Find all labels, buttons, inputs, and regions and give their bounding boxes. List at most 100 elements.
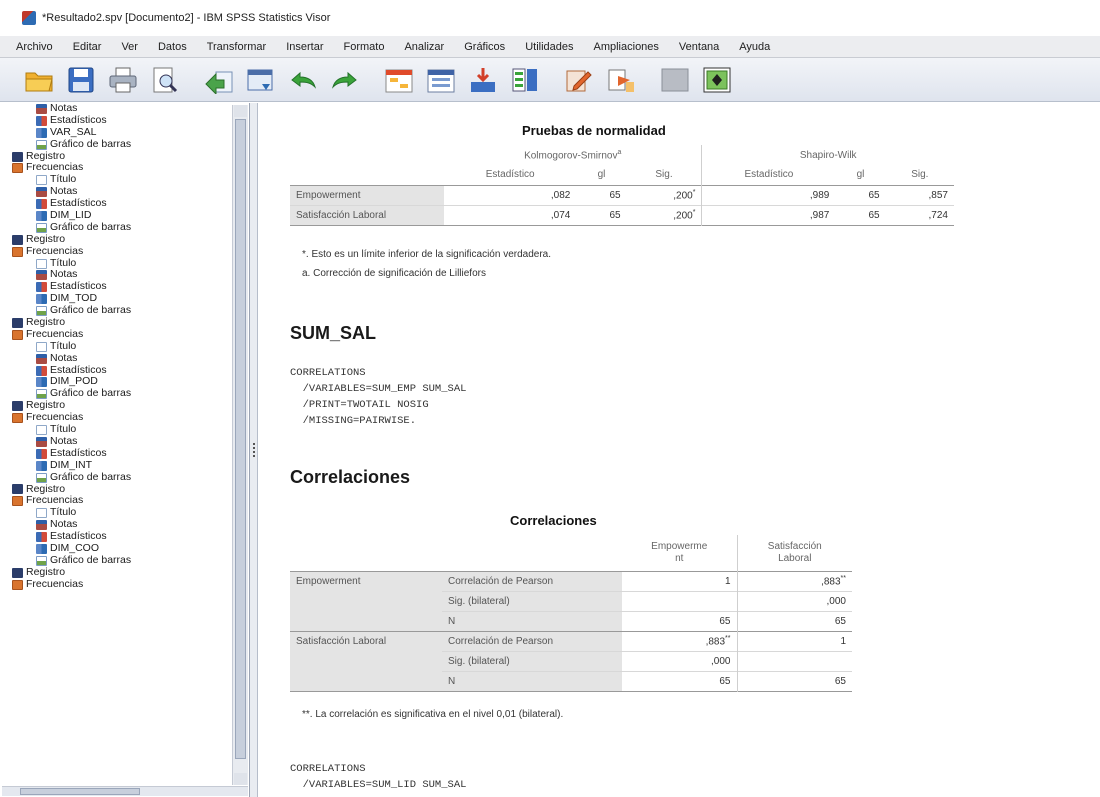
menu-ayuda[interactable]: Ayuda: [739, 41, 770, 53]
outline-item[interactable]: Notas: [0, 185, 230, 198]
outline-item[interactable]: Gráfico de barras: [0, 138, 230, 151]
normality-cell: 65: [609, 209, 621, 221]
outline-item[interactable]: Título: [0, 173, 230, 186]
outline-item[interactable]: Gráfico de barras: [0, 221, 230, 234]
menu-ver[interactable]: Ver: [121, 41, 138, 53]
menu-formato[interactable]: Formato: [344, 41, 385, 53]
variable-table-icon: [36, 210, 47, 221]
pane-splitter[interactable]: [250, 103, 258, 797]
outline-item-label: VAR_SAL: [50, 125, 97, 138]
outline-item[interactable]: Frecuencias: [0, 411, 230, 424]
outline-item[interactable]: Frecuencias: [0, 577, 230, 591]
variable-table-icon: [36, 377, 47, 388]
toolbar: [0, 58, 1100, 102]
outline-item[interactable]: Título: [0, 506, 230, 519]
print-button[interactable]: [106, 63, 140, 97]
designated-window-button[interactable]: [658, 63, 692, 97]
print-preview-button[interactable]: [148, 63, 182, 97]
goto-variable-button[interactable]: [466, 63, 500, 97]
statistics-icon: [36, 532, 47, 542]
outline-item[interactable]: Estadísticos: [0, 280, 230, 293]
log-icon: [12, 151, 23, 162]
menu-insertar[interactable]: Insertar: [286, 41, 323, 53]
corr-col-satisfaccion: Satisfacción Laboral: [736, 535, 852, 571]
outline-item[interactable]: Título: [0, 257, 230, 270]
outline-item[interactable]: Notas: [0, 352, 230, 365]
log-icon: [12, 401, 23, 412]
correlations-syntax: CORRELATIONS /VARIABLES=SUM_EMP SUM_SAL …: [290, 367, 467, 427]
recall-dialog-button[interactable]: [244, 63, 278, 97]
variable-table-icon: [36, 460, 47, 471]
title-icon: [36, 341, 47, 352]
menu-editar[interactable]: Editar: [73, 41, 102, 53]
outline-item[interactable]: DIM_INT: [0, 459, 230, 472]
outline-vertical-scrollbar[interactable]: [232, 105, 248, 785]
insert-button[interactable]: [700, 63, 734, 97]
menu-analizar[interactable]: Analizar: [404, 41, 444, 53]
outline-item[interactable]: Estadísticos: [0, 447, 230, 460]
outline-item[interactable]: Título: [0, 340, 230, 353]
outline-item[interactable]: Estadísticos: [0, 530, 230, 543]
outline-item[interactable]: Notas: [0, 269, 230, 281]
outline-item[interactable]: Frecuencias: [0, 328, 230, 341]
scroll-down-arrow-icon[interactable]: [234, 773, 247, 785]
outline-item[interactable]: Registro: [0, 233, 230, 246]
scroll-up-arrow-icon[interactable]: [234, 105, 247, 117]
bar-chart-icon: [36, 472, 47, 483]
frequencies-icon: [12, 496, 23, 507]
show-all-button[interactable]: [562, 63, 596, 97]
outline-item[interactable]: Frecuencias: [0, 245, 230, 258]
menu-graficos[interactable]: Gráficos: [464, 41, 505, 53]
variables-button[interactable]: [508, 63, 542, 97]
outline-horizontal-scrollbar[interactable]: [2, 786, 248, 796]
bar-chart-icon: [36, 306, 47, 317]
outline-item[interactable]: Estadísticos: [0, 197, 230, 210]
normality-cell: 65: [868, 209, 880, 221]
outline-item[interactable]: Notas: [0, 518, 230, 531]
menu-utilidades[interactable]: Utilidades: [525, 41, 573, 53]
menu-ventana[interactable]: Ventana: [679, 41, 719, 53]
notes-icon: [36, 270, 47, 281]
export-button[interactable]: [202, 63, 236, 97]
save-button[interactable]: [64, 63, 98, 97]
normality-table[interactable]: Kolmogorov-Smirnova Shapiro-Wilk Estadís…: [290, 145, 954, 226]
menu-archivo[interactable]: Archivo: [16, 41, 53, 53]
log-icon: [12, 317, 23, 328]
corr-cell: ,000: [736, 591, 852, 611]
outline-item-label: Registro: [26, 565, 66, 578]
hide-button[interactable]: [604, 63, 638, 97]
outline-item[interactable]: Estadísticos: [0, 364, 230, 377]
correlaciones-heading: Correlaciones: [290, 467, 411, 487]
menu-ampliaciones[interactable]: Ampliaciones: [594, 41, 659, 53]
undo-button[interactable]: [286, 63, 320, 97]
outline-item[interactable]: Gráfico de barras: [0, 471, 230, 484]
open-button[interactable]: [22, 63, 56, 97]
ks-group-header: Kolmogorov-Smirnova: [524, 148, 622, 162]
outline-item[interactable]: Frecuencias: [0, 494, 230, 507]
goto-case-button[interactable]: [424, 63, 458, 97]
outline-item[interactable]: Título: [0, 423, 230, 436]
outline-item[interactable]: Frecuencias: [0, 162, 230, 174]
normality-col-header: Estadístico: [701, 165, 836, 185]
corr-cell: ,883**: [736, 571, 852, 591]
outline-item-label: Frecuencias: [26, 577, 84, 590]
open-icon: [25, 72, 53, 91]
outline-tree: Notas Estadísticos VAR_SAL Gráfico de barra…: [0, 103, 230, 783]
corr-cell: 65: [719, 675, 731, 687]
goto-variable-icon: [471, 67, 495, 92]
outline-item[interactable]: VAR_SAL: [0, 125, 230, 139]
correlations-table[interactable]: Empowerme nt Satisfacción Laboral Empowe…: [290, 535, 852, 692]
scroll-thumb[interactable]: [235, 119, 246, 759]
outline-item[interactable]: Estadísticos: [0, 114, 230, 127]
menu-datos[interactable]: Datos: [158, 41, 187, 53]
goto-data-button[interactable]: [382, 63, 416, 97]
menu-transformar[interactable]: Transformar: [207, 41, 267, 53]
outline-item[interactable]: Gráfico de barras: [0, 554, 230, 567]
recall-dialog-icon: [247, 69, 273, 90]
redo-button[interactable]: [328, 63, 362, 97]
outline-item[interactable]: Notas: [0, 435, 230, 448]
hscroll-thumb[interactable]: [20, 788, 140, 795]
splitter-grip-icon: [253, 443, 255, 457]
outline-item[interactable]: Registro: [0, 565, 230, 579]
outline-item[interactable]: Notas: [0, 103, 230, 115]
